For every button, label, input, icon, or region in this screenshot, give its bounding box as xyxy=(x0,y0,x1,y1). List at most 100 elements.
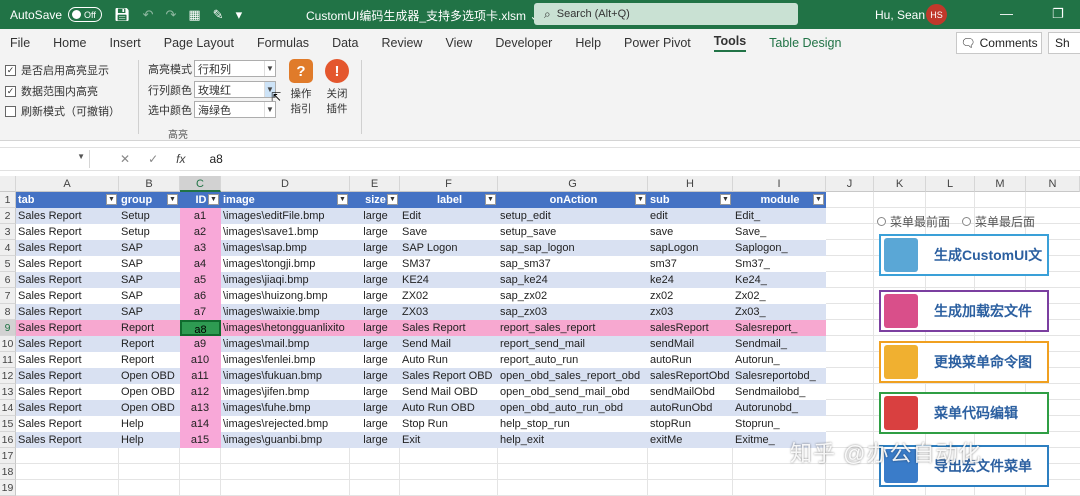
table-cell[interactable]: open_obd_auto_run_obd xyxy=(498,400,648,416)
user-name[interactable]: Hu, Sean xyxy=(875,8,925,22)
table-cell[interactable]: autoRun xyxy=(648,352,733,368)
highlight-icon[interactable]: ✎ xyxy=(213,7,224,23)
table-cell[interactable]: report_auto_run xyxy=(498,352,648,368)
table-header-cell[interactable]: ID ▼ xyxy=(180,192,221,208)
row-header[interactable]: 2 xyxy=(0,208,16,224)
table-cell[interactable]: SAP xyxy=(119,288,180,304)
table-cell[interactable]: Send Mail OBD xyxy=(400,384,498,400)
column-header-c[interactable]: C xyxy=(180,176,221,192)
id-cell[interactable]: a8 xyxy=(180,320,221,336)
row-header[interactable]: 13 xyxy=(0,384,16,400)
customize-toolbar-icon[interactable]: ▾ xyxy=(236,7,243,23)
row-header[interactable]: 11 xyxy=(0,352,16,368)
table-cell[interactable]: large xyxy=(350,320,400,336)
row-header[interactable]: 14 xyxy=(0,400,16,416)
table-cell[interactable]: report_send_mail xyxy=(498,336,648,352)
fx-icon[interactable]: fx xyxy=(176,152,185,166)
tab-power-pivot[interactable]: Power Pivot xyxy=(624,36,691,50)
table-cell[interactable]: \images\sap.bmp xyxy=(221,240,350,256)
table-cell[interactable]: Help xyxy=(119,416,180,432)
table-cell[interactable]: large xyxy=(350,384,400,400)
row-header[interactable]: 12 xyxy=(0,368,16,384)
tab-insert[interactable]: Insert xyxy=(110,36,141,50)
chevron-down-icon[interactable]: ▼ xyxy=(264,61,275,76)
table-cell[interactable]: help_exit xyxy=(498,432,648,448)
table-cell[interactable]: Sendmail_ xyxy=(733,336,826,352)
table-cell[interactable]: Sales Report xyxy=(16,304,119,320)
table-cell[interactable]: Open OBD xyxy=(119,368,180,384)
column-header-d[interactable]: D xyxy=(221,176,350,192)
table-header-cell[interactable]: sub ▼ xyxy=(648,192,733,208)
tab-formulas[interactable]: Formulas xyxy=(257,36,309,50)
filter-dropdown-icon[interactable]: ▼ xyxy=(208,194,219,205)
table-cell[interactable]: large xyxy=(350,432,400,448)
id-cell[interactable]: a4 xyxy=(180,256,221,272)
id-cell[interactable]: a14 xyxy=(180,416,221,432)
table-cell[interactable]: \images\fenlei.bmp xyxy=(221,352,350,368)
filter-dropdown-icon[interactable]: ▼ xyxy=(337,194,348,205)
id-cell[interactable]: a3 xyxy=(180,240,221,256)
table-header-cell[interactable]: module ▼ xyxy=(733,192,826,208)
table-cell[interactable]: Help xyxy=(119,432,180,448)
column-header-h[interactable]: H xyxy=(648,176,733,192)
column-header-m[interactable]: M xyxy=(975,176,1026,192)
table-cell[interactable]: \images\huizong.bmp xyxy=(221,288,350,304)
close-plugin-button[interactable]: ! 关闭 插件 xyxy=(320,59,354,116)
table-cell[interactable]: large xyxy=(350,352,400,368)
table-cell[interactable]: Sales Report xyxy=(16,240,119,256)
tab-data[interactable]: Data xyxy=(332,36,358,50)
table-header-cell[interactable]: tab ▼ xyxy=(16,192,119,208)
table-cell[interactable]: Exit xyxy=(400,432,498,448)
table-cell[interactable]: Sales Report xyxy=(16,224,119,240)
column-header-f[interactable]: F xyxy=(400,176,498,192)
table-cell[interactable]: sap_zx02 xyxy=(498,288,648,304)
table-header-cell[interactable]: image ▼ xyxy=(221,192,350,208)
restore-icon[interactable]: ❐ xyxy=(1052,6,1064,22)
filter-dropdown-icon[interactable]: ▼ xyxy=(167,194,178,205)
tab-review[interactable]: Review xyxy=(381,36,422,50)
table-cell[interactable]: large xyxy=(350,240,400,256)
chevron-down-icon[interactable]: ▼ xyxy=(77,152,85,161)
table-cell[interactable]: stopRun xyxy=(648,416,733,432)
avatar[interactable]: HS xyxy=(926,4,947,25)
tab-developer[interactable]: Developer xyxy=(495,36,552,50)
table-cell[interactable]: Zx02_ xyxy=(733,288,826,304)
tab-table-design[interactable]: Table Design xyxy=(769,36,841,50)
table-cell[interactable]: Auto Run xyxy=(400,352,498,368)
search-box[interactable]: ⌕ Search (Alt+Q) xyxy=(534,3,798,25)
checkbox-refresh-mode[interactable]: 刷新模式（可撤销） xyxy=(5,103,120,119)
redo-icon[interactable]: ↷ xyxy=(165,7,176,23)
table-cell[interactable]: sapLogon xyxy=(648,240,733,256)
table-cell[interactable]: Sales Report xyxy=(16,272,119,288)
table-cell[interactable]: zx03 xyxy=(648,304,733,320)
id-cell[interactable]: a2 xyxy=(180,224,221,240)
id-cell[interactable]: a7 xyxy=(180,304,221,320)
table-cell[interactable]: SM37 xyxy=(400,256,498,272)
table-cell[interactable]: Sales Report xyxy=(16,208,119,224)
guide-button[interactable]: ? 操作 指引 xyxy=(284,59,318,116)
table-cell[interactable]: Sales Report xyxy=(16,384,119,400)
id-cell[interactable]: a1 xyxy=(180,208,221,224)
id-cell[interactable]: a13 xyxy=(180,400,221,416)
table-cell[interactable]: sendMailObd xyxy=(648,384,733,400)
id-cell[interactable]: a5 xyxy=(180,272,221,288)
table-cell[interactable]: Autorunobd_ xyxy=(733,400,826,416)
table-cell[interactable]: SAP xyxy=(119,304,180,320)
table-cell[interactable]: autoRunObd xyxy=(648,400,733,416)
table-cell[interactable]: Sales Report xyxy=(16,368,119,384)
id-cell[interactable]: a15 xyxy=(180,432,221,448)
table-cell[interactable]: ZX02 xyxy=(400,288,498,304)
table-cell[interactable]: large xyxy=(350,272,400,288)
table-cell[interactable]: Sales Report xyxy=(16,400,119,416)
row-header[interactable]: 17 xyxy=(0,448,16,464)
table-cell[interactable]: help_stop_run xyxy=(498,416,648,432)
radio-circle[interactable] xyxy=(877,217,886,226)
row-header[interactable]: 5 xyxy=(0,256,16,272)
table-cell[interactable]: Sm37_ xyxy=(733,256,826,272)
checkbox-box[interactable]: ✓ xyxy=(5,64,16,76)
chevron-down-icon[interactable]: ▼ xyxy=(264,102,275,117)
macro-button-1[interactable]: 生成CustomUI文 xyxy=(879,234,1049,276)
table-cell[interactable]: \images\fuhe.bmp xyxy=(221,400,350,416)
checkbox-box[interactable]: ✓ xyxy=(5,85,16,97)
table-cell[interactable]: zx02 xyxy=(648,288,733,304)
